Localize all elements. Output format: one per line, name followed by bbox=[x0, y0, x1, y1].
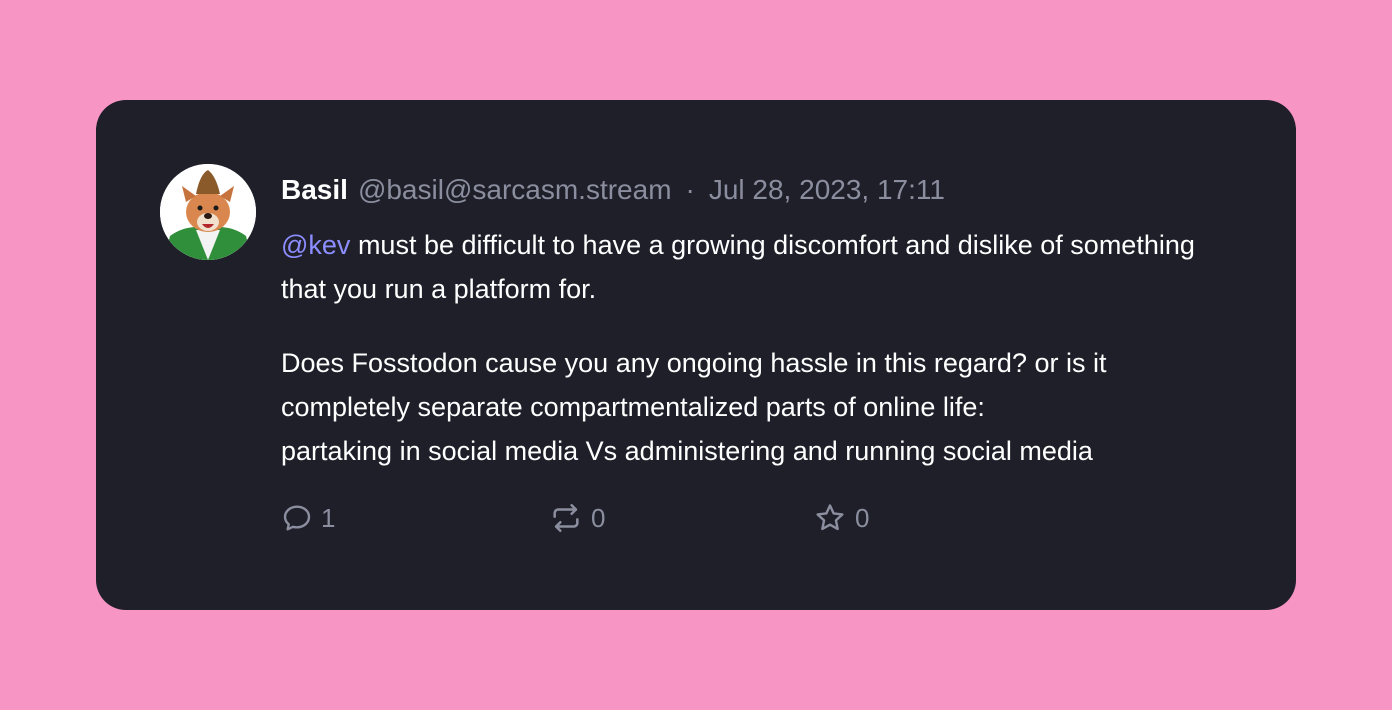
avatar[interactable] bbox=[160, 164, 256, 260]
mention-link[interactable]: @kev bbox=[281, 230, 350, 260]
speech-bubble-icon bbox=[283, 505, 311, 531]
boost-count: 0 bbox=[591, 502, 606, 533]
post-paragraph-2: Does Fosstodon cause you any ongoing has… bbox=[281, 341, 1241, 473]
post-body: @kev must be difficult to have a growing… bbox=[281, 223, 1241, 473]
author-handle[interactable]: @basil@sarcasm.stream bbox=[358, 174, 672, 205]
reply-button[interactable]: 1 bbox=[281, 498, 335, 538]
reply-count: 1 bbox=[321, 502, 336, 533]
paragraph-2-line-1: Does Fosstodon cause you any ongoing has… bbox=[281, 348, 1107, 378]
boost-button[interactable]: 0 bbox=[549, 498, 605, 538]
post-paragraph-1: @kev must be difficult to have a growing… bbox=[281, 223, 1241, 311]
paragraph-2-line-3: partaking in social media Vs administeri… bbox=[281, 436, 1093, 466]
paragraph-1-text: must be difficult to have a growing disc… bbox=[281, 230, 1195, 304]
avatar-image bbox=[160, 164, 256, 260]
separator-dot: · bbox=[685, 174, 695, 205]
star-icon bbox=[816, 504, 844, 531]
author-name[interactable]: Basil bbox=[281, 174, 348, 205]
favourite-button[interactable]: 0 bbox=[813, 498, 869, 538]
post-actions: 1 0 0 bbox=[281, 498, 981, 538]
favourite-count: 0 bbox=[855, 502, 870, 533]
post-header: Basil @basil@sarcasm.stream · Jul 28, 2023,… bbox=[281, 170, 1241, 210]
paragraph-2-line-2: completely separate compartmentalized pa… bbox=[281, 392, 985, 422]
post-card: Basil @basil@sarcasm.stream · Jul 28, 2023,… bbox=[96, 100, 1296, 610]
post-content: Basil @basil@sarcasm.stream · Jul 28, 2023,… bbox=[281, 170, 1241, 473]
post-timestamp[interactable]: Jul 28, 2023, 17:11 bbox=[709, 174, 945, 205]
repost-arrows-icon bbox=[553, 503, 579, 533]
